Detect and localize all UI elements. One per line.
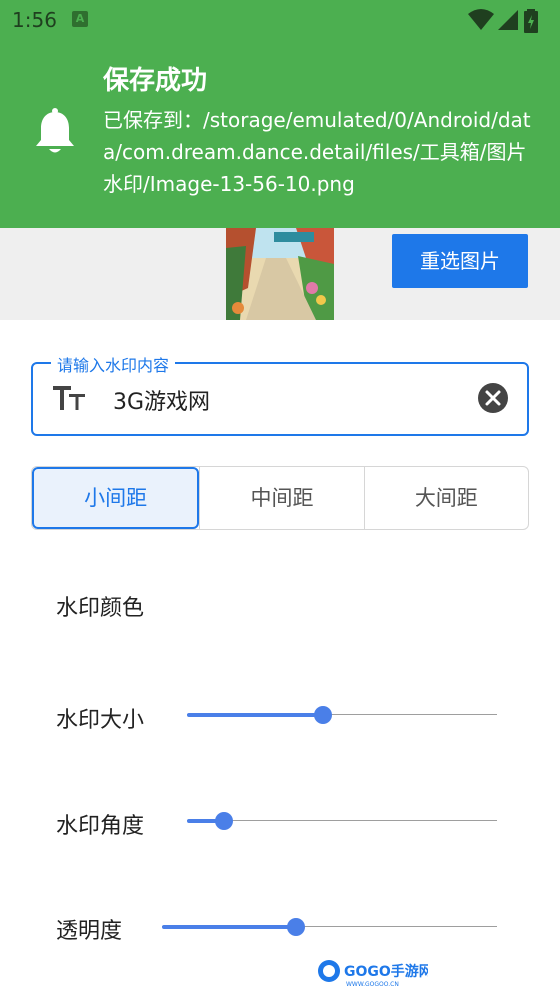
gogo-watermark-logo: GOGO手游网 WWW.GOGOO.CN xyxy=(318,960,428,988)
watermark-angle-slider[interactable] xyxy=(187,811,497,831)
wifi-icon xyxy=(468,9,494,30)
battery-icon xyxy=(524,9,538,33)
notification-body: 已保存到：/storage/emulated/0/Android/data/co… xyxy=(103,108,531,196)
slider-knob[interactable] xyxy=(287,918,305,936)
image-thumbnail[interactable] xyxy=(226,228,334,320)
signal-icon xyxy=(498,10,518,30)
bell-icon xyxy=(36,108,74,153)
app-notification-icon: A xyxy=(72,11,88,27)
status-bar: 1:56 A xyxy=(0,0,560,40)
slider-fill xyxy=(162,925,296,929)
slider-knob[interactable] xyxy=(314,706,333,724)
image-preview-strip: 重选图片 xyxy=(0,228,560,320)
spacing-large-option[interactable]: 大间距 xyxy=(363,467,528,529)
svg-text:WWW.GOGOO.CN: WWW.GOGOO.CN xyxy=(346,981,399,988)
slider-knob[interactable] xyxy=(215,812,234,830)
watermark-size-label: 水印大小 xyxy=(56,708,145,733)
watermark-text-label: 请输入水印内容 xyxy=(51,352,176,376)
status-time: 1:56 xyxy=(12,8,57,32)
slider-fill xyxy=(187,713,324,717)
watermark-text-field[interactable]: 请输入水印内容 3G游戏网 xyxy=(31,352,529,436)
text-size-icon xyxy=(53,386,85,410)
watermark-color-label[interactable]: 水印颜色 xyxy=(56,590,144,622)
watermark-text-input[interactable]: 3G游戏网 xyxy=(113,384,210,416)
spacing-selector: 小间距 中间距 大间距 xyxy=(31,466,529,530)
opacity-label: 透明度 xyxy=(56,919,123,944)
watermark-size-slider[interactable] xyxy=(187,705,497,725)
notification-banner[interactable]: 1:56 A 保存成功 已保存到：/storage/emulated/0/And… xyxy=(0,0,560,228)
watermark-angle-label: 水印角度 xyxy=(56,814,145,839)
system-icons xyxy=(468,6,548,34)
reselect-image-button[interactable]: 重选图片 xyxy=(392,234,528,288)
opacity-slider[interactable] xyxy=(162,917,497,937)
clear-icon[interactable] xyxy=(477,382,509,414)
svg-text:GOGO手游网: GOGO手游网 xyxy=(344,963,428,980)
spacing-medium-option[interactable]: 中间距 xyxy=(199,467,363,529)
spacing-small-option[interactable]: 小间距 xyxy=(32,467,200,529)
notification-title: 保存成功 xyxy=(103,66,208,96)
